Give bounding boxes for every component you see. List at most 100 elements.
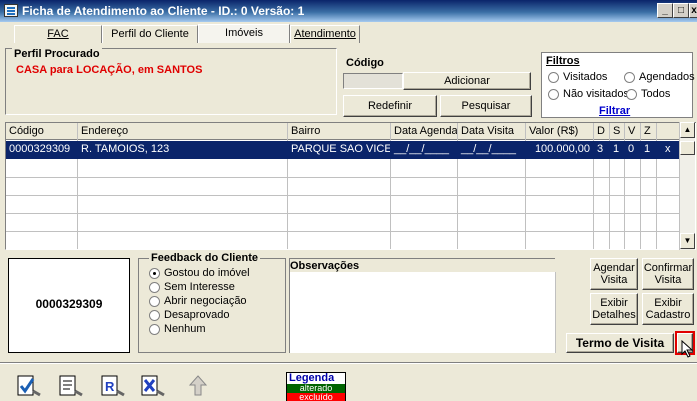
redefinir-button[interactable]: Redefinir	[343, 95, 437, 117]
x-document-icon[interactable]	[140, 373, 166, 399]
col-header-bairro[interactable]: Bairro	[288, 123, 391, 140]
cell-s[interactable]: 1	[610, 143, 624, 155]
exibir-detalhes-button[interactable]: Exibir Detalhes	[590, 293, 638, 325]
close-button[interactable]: x	[689, 3, 697, 18]
radio-gostou[interactable]: Gostou do imóvel	[149, 267, 250, 279]
arrow-up-icon[interactable]	[185, 373, 211, 399]
radio-label: Desaprovado	[164, 309, 230, 321]
observacoes-panel: Observações	[289, 258, 556, 353]
radio-label: Abrir negociação	[164, 295, 247, 307]
col-header-data-visita[interactable]: Data Visita	[458, 123, 526, 140]
feedback-panel: Feedback do Cliente Gostou do imóvel Sem…	[138, 252, 286, 353]
cell-data-visita[interactable]: __/__/____	[458, 143, 525, 155]
perfil-procurado-value: CASA para LOCAÇÃO, em SANTOS	[16, 64, 203, 76]
tab-label: Imóveis	[225, 27, 263, 39]
grid-line	[6, 177, 680, 178]
grid-header: Código Endereço Bairro Data Agenda Data …	[6, 123, 680, 140]
radio-dot	[548, 88, 559, 100]
legenda-excluido: excluído	[287, 393, 345, 401]
col-header-s[interactable]: S	[610, 123, 625, 140]
app-icon	[4, 4, 18, 17]
col-header-valor[interactable]: Valor (R$)	[526, 123, 594, 140]
tab-label: Perfil do Cliente	[111, 28, 189, 40]
cell-bairro[interactable]: PARQUE SAO VICEN	[288, 143, 390, 155]
adicionar-button[interactable]: Adicionar	[403, 72, 531, 90]
maximize-button[interactable]: □	[673, 3, 689, 18]
radio-label: Sem Interesse	[164, 281, 235, 293]
pesquisar-button[interactable]: Pesquisar	[440, 95, 532, 117]
radio-abrir-negociacao[interactable]: Abrir negociação	[149, 295, 247, 307]
window-title: Ficha de Atendimento ao Cliente - ID.: 0…	[22, 4, 305, 18]
radio-sem-interesse[interactable]: Sem Interesse	[149, 281, 235, 293]
cell-data-agenda[interactable]: __/__/____	[391, 143, 457, 155]
cell-valor[interactable]: 100.000,00	[526, 143, 590, 155]
title-bar: Ficha de Atendimento ao Cliente - ID.: 0…	[0, 0, 697, 22]
col-header-v[interactable]: V	[625, 123, 641, 140]
scroll-up-icon[interactable]: ▲	[680, 122, 695, 138]
exibir-cadastro-button[interactable]: Exibir Cadastro	[642, 293, 694, 325]
cell-z[interactable]: 1	[641, 143, 656, 155]
cell-endereco[interactable]: R. TAMOIOS, 123	[78, 143, 287, 155]
termo-de-visita-button[interactable]: Termo de Visita	[566, 333, 674, 353]
scroll-down-icon[interactable]: ▼	[680, 233, 695, 249]
cell-v[interactable]: 0	[625, 143, 640, 155]
tab-label: FAC	[47, 28, 69, 40]
radio-agendados[interactable]: Agendados	[624, 71, 695, 83]
imoveis-grid[interactable]: Código Endereço Bairro Data Agenda Data …	[5, 122, 696, 250]
col-header-codigo[interactable]: Código	[6, 123, 78, 140]
radio-dot	[624, 71, 635, 83]
cell-extra[interactable]: x	[662, 143, 676, 155]
tab-fac[interactable]: FAC	[14, 25, 102, 43]
tab-bar: FAC Perfil do Cliente Imóveis Atendiment…	[14, 24, 360, 43]
radio-nenhum[interactable]: Nenhum	[149, 323, 206, 335]
edit-document-icon[interactable]	[58, 373, 84, 399]
confirmar-visita-button[interactable]: Confirmar Visita	[642, 258, 694, 290]
feedback-label: Feedback do Cliente	[149, 252, 260, 264]
radio-label: Agendados	[639, 71, 695, 83]
col-header-d[interactable]: D	[594, 123, 610, 140]
grid-line	[6, 213, 680, 214]
radio-label: Todos	[641, 88, 671, 100]
footer-divider	[0, 362, 697, 364]
radio-dot	[149, 309, 160, 321]
legenda-box: Legenda alterado excluído	[286, 372, 346, 401]
cell-d[interactable]: 3	[594, 143, 609, 155]
col-header-z[interactable]: Z	[641, 123, 657, 140]
codigo-input[interactable]	[343, 73, 403, 89]
minimize-button[interactable]: _	[657, 3, 673, 18]
radio-label: Não visitados	[563, 88, 630, 100]
perfil-procurado-label: Perfil Procurado	[12, 48, 102, 60]
col-header-endereco[interactable]: Endereço	[78, 123, 288, 140]
radio-dot	[626, 88, 637, 100]
observacoes-label: Observações	[290, 260, 360, 272]
scroll-thumb[interactable]	[680, 141, 695, 155]
radio-label: Gostou do imóvel	[164, 267, 250, 279]
r-document-icon[interactable]: R	[100, 373, 126, 399]
radio-nao-visitados[interactable]: Não visitados	[548, 88, 629, 100]
radio-visitados[interactable]: Visitados	[548, 71, 607, 83]
grid-line	[6, 231, 680, 232]
svg-text:R: R	[105, 379, 115, 394]
radio-dot	[548, 71, 559, 83]
radio-desaprovado[interactable]: Desaprovado	[149, 309, 229, 321]
filtrar-link[interactable]: Filtrar	[599, 105, 630, 117]
tab-perfil-do-cliente[interactable]: Perfil do Cliente	[102, 25, 198, 43]
cell-codigo[interactable]: 0000329309	[6, 143, 77, 155]
check-document-icon[interactable]	[16, 373, 42, 399]
col-header-data-agenda[interactable]: Data Agenda	[391, 123, 458, 140]
agendar-visita-button[interactable]: Agendar Visita	[590, 258, 638, 290]
perfil-procurado-panel: Perfil Procurado CASA para LOCAÇÃO, em S…	[5, 48, 337, 115]
col-header-blank	[657, 123, 680, 140]
filtros-title: Filtros	[546, 55, 580, 67]
filtros-panel: Filtros Visitados Agendados Não visitado…	[541, 52, 695, 118]
observacoes-textarea[interactable]	[290, 272, 556, 353]
selected-code-value: 0000329309	[35, 297, 103, 311]
tab-atendimento[interactable]: Atendimento	[290, 25, 360, 43]
radio-todos[interactable]: Todos	[626, 88, 670, 100]
radio-label: Nenhum	[164, 323, 206, 335]
grid-line	[6, 195, 680, 196]
grid-vertical-scrollbar[interactable]: ▲ ▼	[679, 122, 695, 250]
mouse-cursor-icon	[681, 340, 694, 358]
codigo-label: Código	[346, 57, 384, 69]
tab-imoveis[interactable]: Imóveis	[198, 24, 290, 43]
